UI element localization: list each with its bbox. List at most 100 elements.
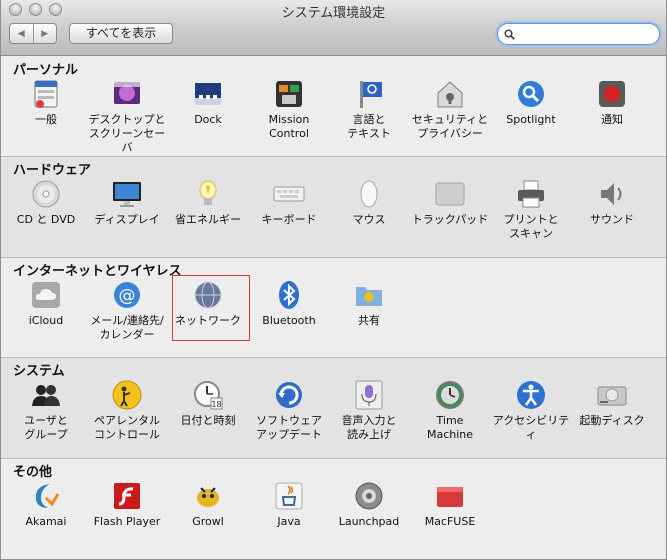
svg-text:18: 18 [211,400,221,409]
preference-pane-item[interactable]: ソフトウェア アップデート [247,379,331,442]
preference-pane-item[interactable]: Java [247,480,331,529]
section-3: インターネットとワイヤレス iCloud @ メール/連絡先/ カレンダー ネットワーク… [1,257,666,357]
preference-pane-label: セキュリティと プライバシー [411,113,489,140]
search-field[interactable] [497,23,660,45]
preference-pane-item[interactable]: セキュリティと プライバシー [408,78,492,141]
preference-pane-label: Bluetooth [262,314,316,327]
preference-pane-item[interactable]: Launchpad [327,480,411,529]
accessibility-icon [515,379,547,411]
preference-pane-item[interactable]: プリントと スキャン [489,178,573,241]
preference-pane-label: Java [277,515,301,528]
preference-pane-label: Growl [192,515,224,528]
section-title: その他 [13,465,53,480]
search-icon [504,28,515,40]
preference-pane-item[interactable]: ペアレンタル コントロール [85,379,169,442]
preference-pane-item[interactable]: Flash Player [85,480,169,529]
display-icon [111,178,143,210]
system-preferences-window: システム環境設定 ◀ ▶ すべてを表示 パーソナル一般 デスクトップと スクリーン… [0,0,667,560]
preference-pane-label: Akamai [25,515,67,528]
section-2: ハードウェア CD と DVD ディスプレイ 省エネルギー キーボード マウス トラックパッ… [1,156,666,257]
bluetooth-icon [273,279,305,311]
preference-pane-label: 通知 [601,113,623,126]
preference-pane-item[interactable]: マウス [327,178,411,227]
preference-pane-item[interactable]: 18 日付と時刻 [166,379,250,428]
preference-pane-item[interactable]: ユーザと グループ [4,379,88,442]
sound-icon [596,178,628,210]
section-title: パーソナル [13,63,79,78]
preference-pane-label: Launchpad [338,515,400,528]
preference-pane-item[interactable]: ディスプレイ [85,178,169,227]
launchpad-icon [353,480,385,512]
svg-text:@: @ [119,286,136,306]
preference-pane-item[interactable]: トラックパッド [408,178,492,227]
dictation-icon [353,379,385,411]
show-all-button[interactable]: すべてを表示 [69,23,173,44]
preference-pane-item[interactable]: サウンド [570,178,654,227]
preference-pane-label: ペアレンタル コントロール [94,414,160,441]
preference-pane-item[interactable]: CD と DVD [4,178,88,227]
preference-pane-item[interactable]: Growl [166,480,250,529]
preference-pane-label: キーボード [261,213,317,226]
preference-pane-item[interactable]: Dock [166,78,250,127]
desktop-icon [111,78,143,110]
software-update-icon [273,379,305,411]
preference-pane-item[interactable]: MacFUSE [408,480,492,529]
preference-pane-item[interactable]: 省エネルギー [166,178,250,227]
section-1: パーソナル一般 デスクトップと スクリーンセーバ Dock Mission Contr… [1,56,666,156]
macfuse-icon [434,480,466,512]
sharing-icon [353,279,385,311]
preference-pane-item[interactable]: Akamai [4,480,88,529]
preference-pane-item[interactable]: 音声入力と 読み上げ [327,379,411,442]
trackpad-icon [434,178,466,210]
preference-pane-item[interactable]: Spotlight [489,78,573,127]
preference-pane-label: ソフトウェア アップデート [256,414,322,441]
preference-pane-label: 音声入力と 読み上げ [341,414,397,441]
parental-controls-icon [111,379,143,411]
spotlight-icon [515,78,547,110]
preference-pane-label: 一般 [35,113,57,126]
icloud-icon [30,279,62,311]
preference-pane-item[interactable]: 言語と テキスト [327,78,411,141]
preference-pane-item[interactable]: アクセシビリティ [489,379,573,442]
language-icon [353,78,385,110]
preference-pane-label: プリントと スキャン [503,213,559,240]
preference-pane-label: Time Machine [426,414,474,441]
users-icon [30,379,62,411]
forward-button[interactable]: ▶ [32,24,57,43]
preference-pane-item[interactable]: Time Machine [408,379,492,442]
back-button[interactable]: ◀ [10,24,33,43]
preference-pane-label: ディスプレイ [94,213,160,226]
time-machine-icon [434,379,466,411]
printer-icon [515,178,547,210]
preference-pane-label: サウンド [590,213,634,226]
akamai-icon [30,480,62,512]
preference-pane-label: 言語と テキスト [347,113,391,140]
search-input[interactable] [518,27,648,41]
section-divider [1,257,666,258]
forward-arrow-icon: ▶ [41,28,49,39]
notifications-icon [596,78,628,110]
startup-disk-icon [596,379,628,411]
section-4: システム ユーザと グループ ペアレンタル コントロール 18 日付と時刻 ソフトウェア … [1,357,666,458]
preference-pane-item[interactable]: Mission Control [247,78,331,141]
titlebar: システム環境設定 ◀ ▶ すべてを表示 [1,0,666,56]
preference-pane-item[interactable]: デスクトップと スクリーンセーバ [85,78,169,155]
navigation-buttons: ◀ ▶ [9,23,57,44]
preference-pane-label: ユーザと グループ [24,414,68,441]
preference-pane-item[interactable]: 起動ディスク [570,379,654,428]
preference-pane-item[interactable]: 通知 [570,78,654,127]
flash-player-icon [111,480,143,512]
section-title: インターネットとワイヤレス [13,264,182,279]
preference-pane-item[interactable]: 共有 [327,279,411,328]
preference-pane-item[interactable]: Bluetooth [247,279,331,328]
preference-pane-label: マウス [352,213,386,226]
cd-dvd-icon [30,178,62,210]
preference-pane-item[interactable]: 一般 [4,78,88,127]
section-divider [1,357,666,358]
preference-pane-item[interactable]: @ メール/連絡先/ カレンダー [85,279,169,342]
preference-pane-item[interactable]: iCloud [4,279,88,328]
preference-pane-item[interactable]: キーボード [247,178,331,227]
section-title: ハードウェア [13,163,92,178]
energy-saver-icon [192,178,224,210]
mission-control-icon [273,78,305,110]
